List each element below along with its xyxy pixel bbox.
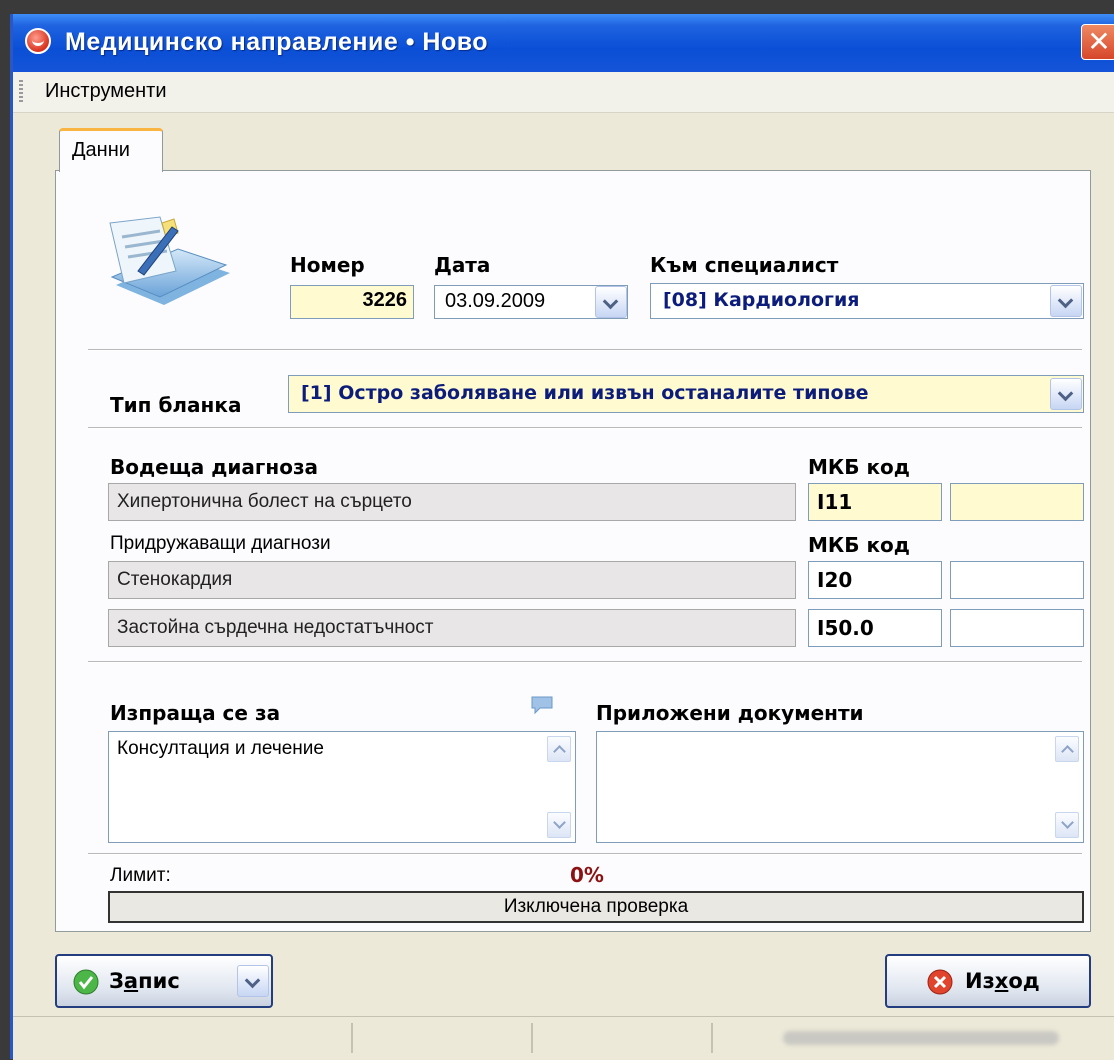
save-button-label: Запис — [109, 969, 180, 993]
form-type-label: Тип бланка — [110, 393, 242, 417]
limit-progress-bar: Изключена проверка — [108, 891, 1084, 923]
number-label: Номер — [290, 253, 365, 277]
tab-panel: Номер 3226 Дата 03.09.2009 Към специалис… — [55, 170, 1091, 932]
attached-documents-textarea[interactable] — [596, 731, 1084, 843]
status-divider — [531, 1023, 533, 1053]
comment-icon[interactable] — [530, 695, 554, 715]
check-circle-icon — [73, 969, 99, 995]
main-diagnosis-code2-field[interactable] — [950, 483, 1084, 521]
status-divider — [711, 1023, 713, 1053]
status-bar — [13, 1016, 1114, 1060]
accompanying-code2-field[interactable] — [950, 561, 1084, 599]
cancel-circle-icon — [927, 969, 953, 995]
accompanying-diagnosis-field[interactable]: Застойна сърдечна недостатъчност — [108, 609, 796, 647]
status-divider — [351, 1023, 353, 1053]
exit-button[interactable]: Изход — [885, 954, 1091, 1008]
divider — [88, 427, 1082, 429]
app-icon — [25, 28, 51, 54]
save-button[interactable]: Запис — [55, 954, 273, 1008]
main-diagnosis-code-field[interactable]: I11 — [808, 483, 942, 521]
specialist-label: Към специалист — [650, 253, 839, 277]
status-user-blurred — [783, 1031, 1059, 1045]
window-title: Медицинско направление • Ново — [65, 28, 489, 56]
main-diagnosis-label: Водеща диагноза — [110, 455, 319, 479]
divider — [88, 349, 1082, 351]
sent-for-text: Консултация и лечение — [117, 738, 324, 759]
sent-for-textarea[interactable]: Консултация и лечение — [108, 731, 576, 843]
limit-label: Лимит: — [110, 865, 171, 886]
tab-data[interactable]: Данни — [59, 128, 163, 172]
accompanying-code2-field[interactable] — [950, 609, 1084, 647]
scroll-down-icon[interactable] — [1055, 812, 1079, 838]
scroll-down-icon[interactable] — [547, 812, 571, 838]
form-type-select[interactable]: [1] Остро заболяване или извън останалит… — [288, 375, 1084, 413]
date-dropdown-chevron-down-icon[interactable] — [595, 286, 627, 318]
form-type-chevron-down-icon[interactable] — [1050, 378, 1082, 410]
divider — [88, 661, 1082, 663]
form-type-value: [1] Остро заболяване или извън останалит… — [301, 382, 869, 404]
accompanying-mkb-code-label: МКБ код — [808, 533, 910, 557]
accompanying-diagnosis-field[interactable]: Стенокардия — [108, 561, 796, 599]
title-bar[interactable]: Медицинско направление • Ново ✕ — [13, 14, 1114, 72]
divider — [88, 853, 1082, 855]
check-status-text: Изключена проверка — [503, 896, 689, 917]
accompanying-code-field[interactable]: I20 — [808, 561, 942, 599]
date-value: 03.09.2009 — [445, 290, 546, 312]
specialist-chevron-down-icon[interactable] — [1050, 285, 1082, 317]
specialist-value: [08] Кардиология — [663, 289, 860, 311]
scroll-up-icon[interactable] — [547, 736, 571, 762]
exit-button-label: Изход — [965, 969, 1040, 993]
number-field[interactable]: 3226 — [290, 285, 414, 319]
accompanying-diagnoses-label: Придружаващи диагнози — [110, 533, 331, 554]
limit-percent: 0% — [570, 863, 604, 887]
specialist-select[interactable]: [08] Кардиология — [650, 283, 1084, 319]
main-diagnosis-field[interactable]: Хипертонична болест на сърцето — [108, 483, 796, 521]
dialog-window: Медицинско направление • Ново ✕ Инструме… — [10, 14, 1114, 1060]
toolbar-grip-icon[interactable] — [19, 80, 23, 102]
menu-bar: Инструменти — [13, 72, 1114, 113]
date-picker[interactable]: 03.09.2009 — [434, 285, 628, 319]
menu-tools[interactable]: Инструменти — [45, 80, 167, 103]
close-button[interactable]: ✕ — [1081, 24, 1114, 60]
accompanying-code-field[interactable]: I50.0 — [808, 609, 942, 647]
date-label: Дата — [434, 253, 491, 277]
sent-for-label: Изпраща се за — [110, 701, 281, 725]
attached-documents-label: Приложени документи — [596, 701, 864, 725]
save-options-chevron-down-icon[interactable] — [237, 965, 269, 997]
referral-document-icon — [109, 216, 230, 305]
scroll-up-icon[interactable] — [1055, 736, 1079, 762]
tab-data-label: Данни — [72, 139, 130, 161]
mkb-code-label: МКБ код — [808, 455, 910, 479]
